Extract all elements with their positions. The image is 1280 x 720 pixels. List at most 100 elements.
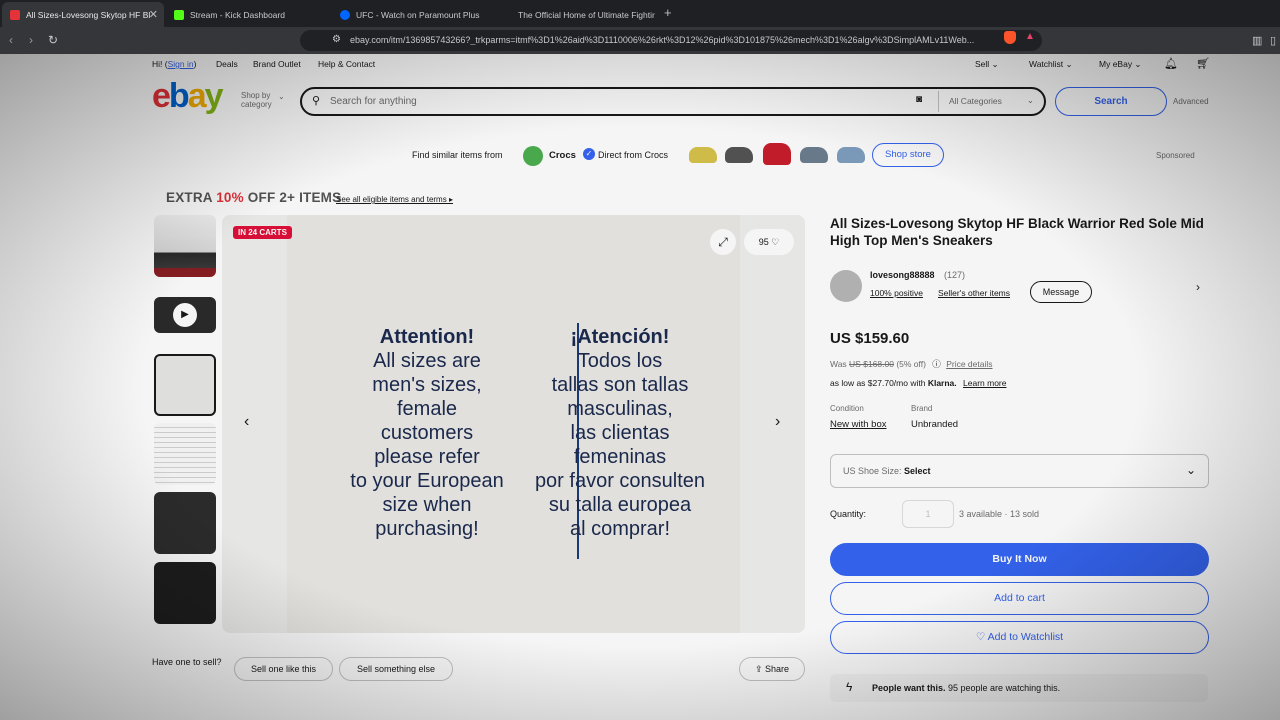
- shoe-size-select[interactable]: US Shoe Size: Select ⌄: [830, 454, 1209, 488]
- thumbnail-shoe-1[interactable]: [154, 215, 216, 277]
- cart-icon[interactable]: 🛒︎: [1196, 57, 1210, 70]
- browser-toolbar: ‹ › ↻ ☐ ⚙ ebay.com/itm/136985743266?_trk…: [0, 27, 1280, 54]
- greeting: Hi! (: [152, 59, 168, 69]
- klarna-financing: as low as $27.70/mo with Klarna. Learn m…: [830, 378, 1007, 388]
- library-icon[interactable]: ▥: [1252, 34, 1262, 47]
- sign-in-link[interactable]: Sign in: [168, 59, 194, 69]
- search-input[interactable]: [330, 94, 890, 109]
- browser-tab[interactable]: The Official Home of Ultimate Fightir: [510, 2, 655, 27]
- next-image-icon[interactable]: ›: [775, 413, 780, 431]
- top-nav: Hi! (Sign in): [152, 59, 196, 69]
- shop-by-category[interactable]: Shop by category ⌄: [241, 91, 285, 109]
- deals-link[interactable]: Deals: [216, 59, 238, 69]
- browser-tab-bar: All Sizes-Lovesong Skytop HF Bl ✕ Stream…: [0, 0, 1280, 27]
- shoe-thumbnail[interactable]: [725, 147, 753, 163]
- url-text[interactable]: ebay.com/itm/136985743266?_trkparms=itmf…: [350, 35, 990, 45]
- brave-shield-icon[interactable]: [1004, 31, 1016, 44]
- watch-button[interactable]: 95 ♡: [744, 229, 794, 255]
- sell-menu[interactable]: Sell ⌄: [975, 59, 999, 70]
- help-contact-link[interactable]: Help & Contact: [318, 59, 375, 69]
- new-tab-icon[interactable]: +: [664, 5, 672, 20]
- address-bar[interactable]: ⚙ ebay.com/itm/136985743266?_trkparms=it…: [300, 30, 1042, 51]
- camera-icon[interactable]: ◙: [916, 94, 922, 105]
- sell-one-like-this-button[interactable]: Sell one like this: [234, 657, 333, 681]
- shoe-thumbnail[interactable]: [689, 147, 717, 163]
- search-icon: ⚲: [312, 95, 321, 107]
- condition-label: Condition: [830, 404, 864, 413]
- promo-banner: EXTRA 10% OFF 2+ ITEMS: [166, 190, 342, 205]
- expand-icon[interactable]: ⤢: [710, 229, 736, 255]
- play-icon: ▶: [173, 303, 197, 327]
- add-to-cart-button[interactable]: Add to cart: [830, 582, 1209, 615]
- shoe-thumbnail[interactable]: [763, 143, 791, 165]
- thumbnail-size-chart[interactable]: [154, 423, 216, 485]
- thumbnail-size-notice[interactable]: [154, 354, 216, 416]
- price-details-link[interactable]: Price details: [946, 359, 992, 369]
- tab-title: All Sizes-Lovesong Skytop HF Bl: [26, 9, 151, 20]
- add-to-watchlist-button[interactable]: ♡ Add to Watchlist: [830, 621, 1209, 654]
- chevron-down-icon: ⌄: [1026, 95, 1034, 105]
- forward-icon[interactable]: ›: [29, 33, 33, 47]
- info-icon: ⓘ: [932, 359, 941, 369]
- browser-tab[interactable]: UFC - Watch on Paramount Plus: [332, 2, 502, 27]
- positive-feedback-link[interactable]: 100% positive: [870, 288, 923, 298]
- seller-avatar[interactable]: [830, 270, 862, 302]
- brand-outlet-link[interactable]: Brand Outlet: [253, 59, 301, 69]
- message-button[interactable]: Message: [1030, 281, 1092, 303]
- direct-label: Direct from Crocs: [598, 150, 669, 160]
- seller-other-items-link[interactable]: Seller's other items: [938, 288, 1010, 298]
- browser-tab[interactable]: Stream - Kick Dashboard: [166, 2, 331, 27]
- quantity-input[interactable]: 1: [902, 500, 954, 528]
- chevron-right-icon[interactable]: ›: [1196, 280, 1200, 294]
- seller-feedback-count: (127): [944, 270, 966, 280]
- sell-something-else-button[interactable]: Sell something else: [339, 657, 453, 681]
- site-settings-icon[interactable]: ⚙: [332, 34, 341, 45]
- category-select[interactable]: All Categories ⌄: [938, 91, 1042, 112]
- sell-label: Have one to sell?: [152, 657, 222, 667]
- thumbnail-shoe-3[interactable]: [154, 562, 216, 624]
- brand-name[interactable]: Crocs: [549, 150, 576, 161]
- bell-icon[interactable]: 🔔︎: [1164, 57, 1178, 70]
- seller-card: lovesong88888 (127) 100% positive Seller…: [830, 268, 1208, 304]
- previous-image-icon[interactable]: ‹: [244, 413, 249, 431]
- availability-text: 3 available · 13 sold: [959, 509, 1040, 519]
- thumbnail-video[interactable]: ▶: [154, 297, 216, 333]
- ebay-favicon-icon: [10, 9, 20, 20]
- similar-items-banner: Find similar items from Crocs ✓ Direct f…: [152, 136, 1208, 174]
- advanced-search-link[interactable]: Advanced: [1173, 97, 1209, 106]
- ebay-logo[interactable]: ebay: [152, 79, 224, 113]
- ebay-page: Hi! (Sign in) Deals Brand Outlet Help & …: [0, 54, 1280, 720]
- price: US $159.60: [830, 330, 910, 347]
- shoe-thumbnail[interactable]: [800, 147, 828, 163]
- condition-value[interactable]: New with box: [830, 419, 887, 430]
- share-button[interactable]: ⇪ Share: [739, 657, 805, 681]
- watching-banner: ϟ People want this. 95 people are watchi…: [830, 674, 1208, 702]
- watchlist-menu[interactable]: Watchlist ⌄: [1029, 59, 1073, 70]
- tab-title: Stream - Kick Dashboard: [190, 9, 285, 20]
- learn-more-link[interactable]: Learn more: [963, 378, 1006, 388]
- back-icon[interactable]: ‹: [9, 33, 13, 47]
- chevron-down-icon: ⌄: [278, 92, 285, 101]
- brave-rewards-icon[interactable]: ▲: [1025, 31, 1035, 42]
- shoe-thumbnail[interactable]: [837, 147, 865, 163]
- promo-terms-link[interactable]: See all eligible items and terms ▸: [336, 195, 453, 204]
- shop-store-button[interactable]: Shop store: [872, 143, 944, 167]
- seller-name[interactable]: lovesong88888: [870, 270, 935, 280]
- in-carts-badge: IN 24 CARTS: [233, 226, 292, 239]
- verified-icon: ✓: [583, 148, 595, 160]
- my-ebay-menu[interactable]: My eBay ⌄: [1099, 59, 1142, 70]
- lightning-icon: ϟ: [846, 680, 853, 694]
- brand-label: Brand: [911, 404, 933, 413]
- thumbnail-shoe-2[interactable]: [154, 492, 216, 554]
- sidebar-icon[interactable]: ▯: [1270, 34, 1276, 47]
- similar-label: Find similar items from: [412, 150, 503, 160]
- buy-it-now-button[interactable]: Buy It Now: [830, 543, 1209, 576]
- browser-tab-active[interactable]: All Sizes-Lovesong Skytop HF Bl ✕: [2, 2, 164, 27]
- kick-favicon-icon: [174, 9, 184, 20]
- notice-spanish: ¡Atención! Todos los tallas son tallas m…: [534, 326, 706, 540]
- reload-icon[interactable]: ↻: [48, 33, 58, 47]
- crocs-logo: [523, 146, 543, 166]
- search-button[interactable]: Search: [1055, 87, 1167, 116]
- greeting-end: ): [193, 59, 197, 69]
- close-tab-icon[interactable]: ✕: [149, 8, 158, 21]
